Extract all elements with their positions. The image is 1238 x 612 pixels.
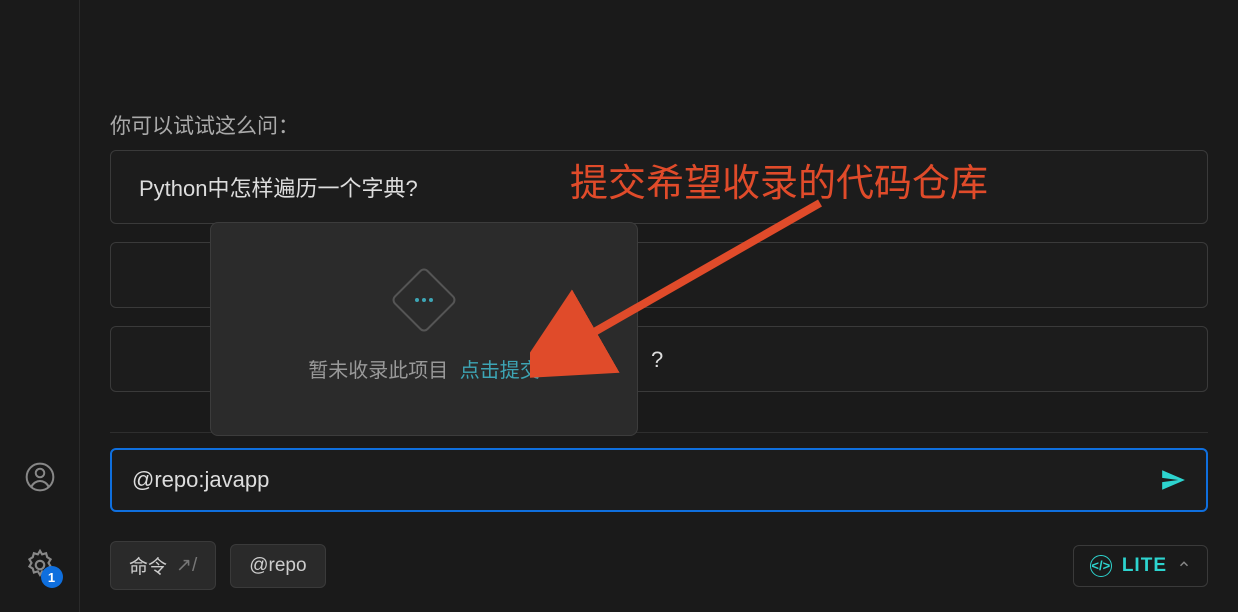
chevron-up-icon — [1177, 557, 1191, 574]
popup-message: 暂未收录此项目 点击提交 — [308, 354, 540, 383]
mode-label: LITE — [1122, 555, 1167, 577]
command-chip[interactable]: 命令 ↗/ — [110, 541, 216, 590]
slash-indicator: ↗/ — [176, 554, 197, 577]
code-mode-icon: </> — [1090, 555, 1112, 577]
notification-badge: 1 — [41, 566, 63, 588]
bottom-toolbar: 命令 ↗/ @repo </> LITE — [110, 541, 1208, 590]
main-panel: 你可以试试这么问： Python中怎样遍历一个字典? ? 暂未收录此项目 点击提… — [80, 0, 1238, 612]
user-icon[interactable] — [23, 460, 57, 494]
send-icon[interactable] — [1160, 467, 1186, 493]
mode-selector[interactable]: </> LITE — [1073, 545, 1208, 587]
annotation-text: 提交希望收录的代码仓库 — [570, 152, 988, 207]
command-label: 命令 — [129, 552, 167, 579]
not-indexed-popup: 暂未收录此项目 点击提交 — [210, 222, 638, 436]
repo-chip[interactable]: @repo — [230, 544, 325, 588]
suggestion-text-fragment: ? — [651, 347, 663, 373]
suggestion-header: 你可以试试这么问： — [110, 110, 299, 140]
popup-message-text: 暂未收录此项目 — [308, 360, 448, 382]
settings-gear-icon[interactable]: 1 — [23, 548, 57, 582]
repo-diamond-icon — [390, 266, 458, 334]
submit-link[interactable]: 点击提交 — [460, 360, 540, 382]
chat-input[interactable] — [132, 467, 1160, 493]
activity-sidebar: 1 — [0, 0, 80, 612]
chat-input-container[interactable] — [110, 448, 1208, 512]
